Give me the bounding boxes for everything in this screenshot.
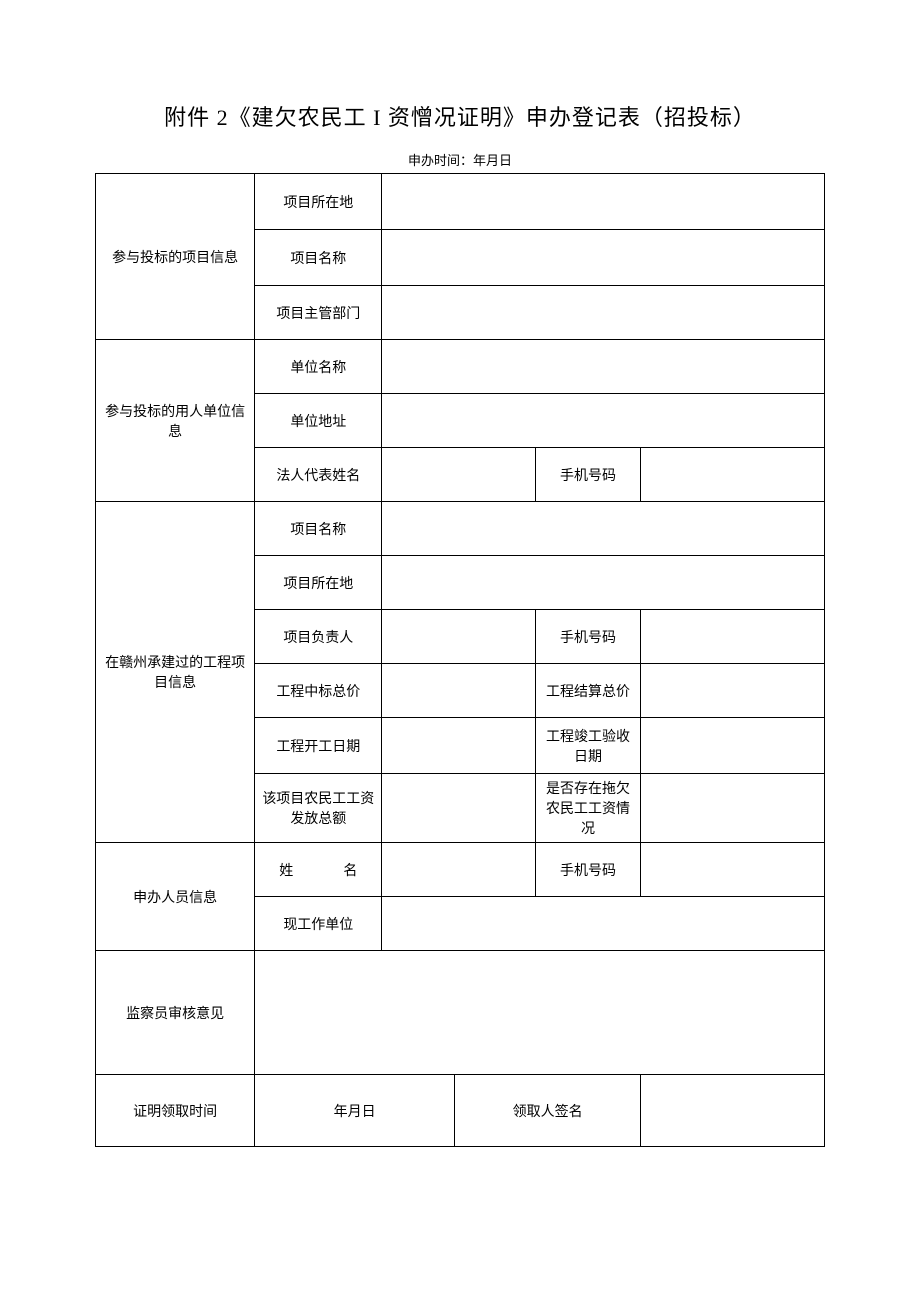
value-project-department: [382, 286, 825, 340]
registration-table: 参与投标的项目信息 项目所在地 项目名称 项目主管部门 参与投标的用人单位信息 …: [95, 173, 825, 1147]
label-legal-rep-phone: 手机号码: [535, 448, 641, 502]
label-wage-total: 该项目农民工工资发放总额: [255, 774, 382, 843]
label-unit-name: 单位名称: [255, 340, 382, 394]
label-unit-address: 单位地址: [255, 394, 382, 448]
value-work-unit: [382, 897, 825, 951]
value-project-name: [382, 230, 825, 286]
label-gz-project-location: 项目所在地: [255, 556, 382, 610]
value-inspector-opinion: [255, 951, 825, 1075]
value-project-location: [382, 174, 825, 230]
label-project-name: 项目名称: [255, 230, 382, 286]
value-pickup-time: 年月日: [255, 1075, 455, 1147]
label-wage-arrears: 是否存在拖欠农民工工资情况: [535, 774, 641, 843]
value-bid-total: [382, 664, 535, 718]
value-legal-rep: [382, 448, 535, 502]
section-ganzhou-project: 在赣州承建过的工程项目信息: [96, 502, 255, 843]
apply-time-line: 申办时间：年月日: [95, 150, 825, 169]
label-gz-leader-phone: 手机号码: [535, 610, 641, 664]
section-employer: 参与投标的用人单位信息: [96, 340, 255, 502]
label-settlement-total: 工程结算总价: [535, 664, 641, 718]
value-unit-name: [382, 340, 825, 394]
label-gz-project-name: 项目名称: [255, 502, 382, 556]
label-start-date: 工程开工日期: [255, 718, 382, 774]
section-bid-project: 参与投标的项目信息: [96, 174, 255, 340]
label-pickup-time: 证明领取时间: [96, 1075, 255, 1147]
label-applicant-name-a: 姓: [279, 860, 293, 880]
table-row: 申办人员信息 姓 名 手机号码: [96, 843, 825, 897]
value-applicant-name: [382, 843, 535, 897]
table-row: 证明领取时间 年月日 领取人签名: [96, 1075, 825, 1147]
label-applicant-name: 姓 名: [255, 843, 382, 897]
value-legal-rep-phone: [641, 448, 825, 502]
value-wage-arrears: [641, 774, 825, 843]
value-wage-total: [382, 774, 535, 843]
table-row: 在赣州承建过的工程项目信息 项目名称: [96, 502, 825, 556]
label-completion-date: 工程竣工验收日期: [535, 718, 641, 774]
label-work-unit: 现工作单位: [255, 897, 382, 951]
value-completion-date: [641, 718, 825, 774]
label-bid-total: 工程中标总价: [255, 664, 382, 718]
value-gz-leader-phone: [641, 610, 825, 664]
value-applicant-phone: [641, 843, 825, 897]
label-pickup-signer: 领取人签名: [454, 1075, 641, 1147]
value-gz-project-leader: [382, 610, 535, 664]
table-row: 参与投标的用人单位信息 单位名称: [96, 340, 825, 394]
document-title: 附件 2《建欠农民工 I 资憎况证明》申办登记表（招投标）: [95, 100, 825, 132]
value-settlement-total: [641, 664, 825, 718]
label-project-location: 项目所在地: [255, 174, 382, 230]
section-inspector: 监察员审核意见: [96, 951, 255, 1075]
table-row: 参与投标的项目信息 项目所在地: [96, 174, 825, 230]
label-applicant-name-b: 名: [343, 860, 357, 880]
value-gz-project-name: [382, 502, 825, 556]
value-gz-project-location: [382, 556, 825, 610]
value-pickup-signer: [641, 1075, 825, 1147]
value-start-date: [382, 718, 535, 774]
section-applicant: 申办人员信息: [96, 843, 255, 951]
table-row: 监察员审核意见: [96, 951, 825, 1075]
label-gz-project-leader: 项目负责人: [255, 610, 382, 664]
value-unit-address: [382, 394, 825, 448]
label-legal-rep: 法人代表姓名: [255, 448, 382, 502]
label-project-department: 项目主管部门: [255, 286, 382, 340]
label-applicant-phone: 手机号码: [535, 843, 641, 897]
